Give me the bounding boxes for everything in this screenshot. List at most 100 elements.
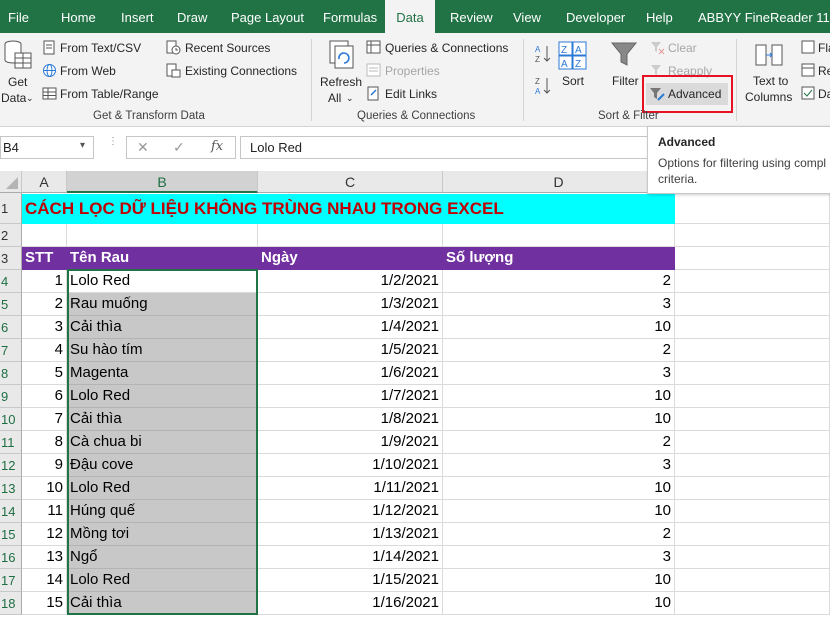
cell[interactable] xyxy=(675,339,830,362)
insert-function-icon[interactable]: fx xyxy=(211,139,223,154)
quantity-cell[interactable]: 10 xyxy=(443,316,675,339)
date-cell[interactable]: 1/11/2021 xyxy=(258,477,443,500)
stt-cell[interactable]: 6 xyxy=(22,385,67,408)
row-header[interactable]: 14 xyxy=(0,500,22,523)
row-header[interactable]: 18 xyxy=(0,592,22,615)
date-cell[interactable]: 1/13/2021 xyxy=(258,523,443,546)
cell[interactable] xyxy=(675,193,830,224)
row-header[interactable]: 7 xyxy=(0,339,22,362)
cell[interactable] xyxy=(675,523,830,546)
tab-abbyy[interactable]: ABBYY FineReader 11 xyxy=(698,0,830,33)
stt-cell[interactable]: 14 xyxy=(22,569,67,592)
column-header-c[interactable]: C xyxy=(258,171,443,193)
stt-cell[interactable]: 7 xyxy=(22,408,67,431)
quantity-cell[interactable]: 10 xyxy=(443,592,675,615)
stt-cell[interactable]: 13 xyxy=(22,546,67,569)
cell[interactable] xyxy=(675,592,830,615)
flash-fill-button[interactable]: Fla xyxy=(801,40,830,56)
quantity-cell[interactable]: 10 xyxy=(443,385,675,408)
date-cell[interactable]: 1/14/2021 xyxy=(258,546,443,569)
quantity-cell[interactable]: 2 xyxy=(443,431,675,454)
stt-cell[interactable]: 11 xyxy=(22,500,67,523)
quantity-cell[interactable]: 10 xyxy=(443,408,675,431)
sort-button[interactable]: ZAAZ Sort xyxy=(556,39,592,91)
stt-cell[interactable]: 10 xyxy=(22,477,67,500)
tab-draw[interactable]: Draw xyxy=(177,0,207,33)
properties-button[interactable]: Properties xyxy=(366,63,466,79)
cell[interactable] xyxy=(675,454,830,477)
cell[interactable] xyxy=(675,569,830,592)
existing-connections-button[interactable]: Existing Connections xyxy=(166,63,306,79)
data-validation-button[interactable]: Da xyxy=(801,86,830,102)
recent-sources-button[interactable]: Recent Sources xyxy=(166,40,306,56)
quantity-cell[interactable]: 2 xyxy=(443,523,675,546)
cell[interactable] xyxy=(675,316,830,339)
row-header[interactable]: 11 xyxy=(0,431,22,454)
stt-cell[interactable]: 15 xyxy=(22,592,67,615)
tab-developer[interactable]: Developer xyxy=(566,0,625,33)
quantity-cell[interactable]: 2 xyxy=(443,270,675,293)
header-cell-name[interactable]: Tên Rau xyxy=(67,247,258,270)
cell[interactable] xyxy=(22,224,67,247)
select-all-corner[interactable] xyxy=(0,171,22,193)
tab-formulas[interactable]: Formulas xyxy=(323,0,377,33)
enter-icon[interactable]: ✓ xyxy=(173,139,185,156)
clear-button[interactable]: Clear xyxy=(650,40,720,56)
quantity-cell[interactable]: 3 xyxy=(443,454,675,477)
text-to-columns-button[interactable]: Text to Columns xyxy=(744,39,798,109)
from-web-button[interactable]: From Web xyxy=(42,63,162,79)
tab-data[interactable]: Data xyxy=(385,0,435,33)
stt-cell[interactable]: 8 xyxy=(22,431,67,454)
row-header[interactable]: 17 xyxy=(0,569,22,592)
sheet-title-cell[interactable]: CÁCH LỌC DỮ LIỆU KHÔNG TRÙNG NHAU TRONG … xyxy=(22,194,675,224)
row-header[interactable]: 13 xyxy=(0,477,22,500)
tab-review[interactable]: Review xyxy=(450,0,493,33)
row-header[interactable]: 2 xyxy=(0,224,22,247)
quantity-cell[interactable]: 10 xyxy=(443,500,675,523)
cell[interactable] xyxy=(675,408,830,431)
quantity-cell[interactable]: 10 xyxy=(443,569,675,592)
get-data-button[interactable]: Get Data ⌄ xyxy=(0,35,36,105)
cell[interactable] xyxy=(675,293,830,316)
sort-az-button[interactable]: AZ xyxy=(534,43,552,65)
column-header-a[interactable]: A xyxy=(22,171,67,193)
header-cell-date[interactable]: Ngày xyxy=(258,247,443,270)
sort-za-button[interactable]: ZA xyxy=(534,75,552,97)
cell[interactable] xyxy=(443,224,675,247)
cell[interactable] xyxy=(675,247,830,270)
date-cell[interactable]: 1/15/2021 xyxy=(258,569,443,592)
cell[interactable] xyxy=(675,362,830,385)
date-cell[interactable]: 1/5/2021 xyxy=(258,339,443,362)
cell[interactable] xyxy=(675,500,830,523)
row-header[interactable]: 6 xyxy=(0,316,22,339)
tab-home[interactable]: Home xyxy=(61,0,96,33)
row-header[interactable]: 10 xyxy=(0,408,22,431)
row-header[interactable]: 12 xyxy=(0,454,22,477)
stt-cell[interactable]: 2 xyxy=(22,293,67,316)
cell[interactable] xyxy=(675,270,830,293)
cell[interactable] xyxy=(675,431,830,454)
cell[interactable] xyxy=(258,224,443,247)
remove-duplicates-button[interactable]: Re xyxy=(801,63,830,79)
date-cell[interactable]: 1/16/2021 xyxy=(258,592,443,615)
filter-button[interactable]: Filter xyxy=(606,39,642,91)
cell[interactable] xyxy=(675,477,830,500)
from-table-range-button[interactable]: From Table/Range xyxy=(42,86,162,102)
from-text-csv-button[interactable]: From Text/CSV xyxy=(42,40,162,56)
row-header[interactable]: 15 xyxy=(0,523,22,546)
tab-file[interactable]: File xyxy=(8,0,29,33)
header-cell-stt[interactable]: STT xyxy=(22,247,67,270)
date-cell[interactable]: 1/3/2021 xyxy=(258,293,443,316)
date-cell[interactable]: 1/6/2021 xyxy=(258,362,443,385)
tab-insert[interactable]: Insert xyxy=(121,0,154,33)
row-header[interactable]: 8 xyxy=(0,362,22,385)
stt-cell[interactable]: 1 xyxy=(22,270,67,293)
name-box-dropdown[interactable]: ▾ xyxy=(80,140,85,151)
quantity-cell[interactable]: 3 xyxy=(443,546,675,569)
date-cell[interactable]: 1/12/2021 xyxy=(258,500,443,523)
resize-handle-icon[interactable]: ⋮ xyxy=(108,137,118,147)
date-cell[interactable]: 1/10/2021 xyxy=(258,454,443,477)
cancel-icon[interactable]: ✕ xyxy=(137,139,149,156)
stt-cell[interactable]: 9 xyxy=(22,454,67,477)
stt-cell[interactable]: 5 xyxy=(22,362,67,385)
